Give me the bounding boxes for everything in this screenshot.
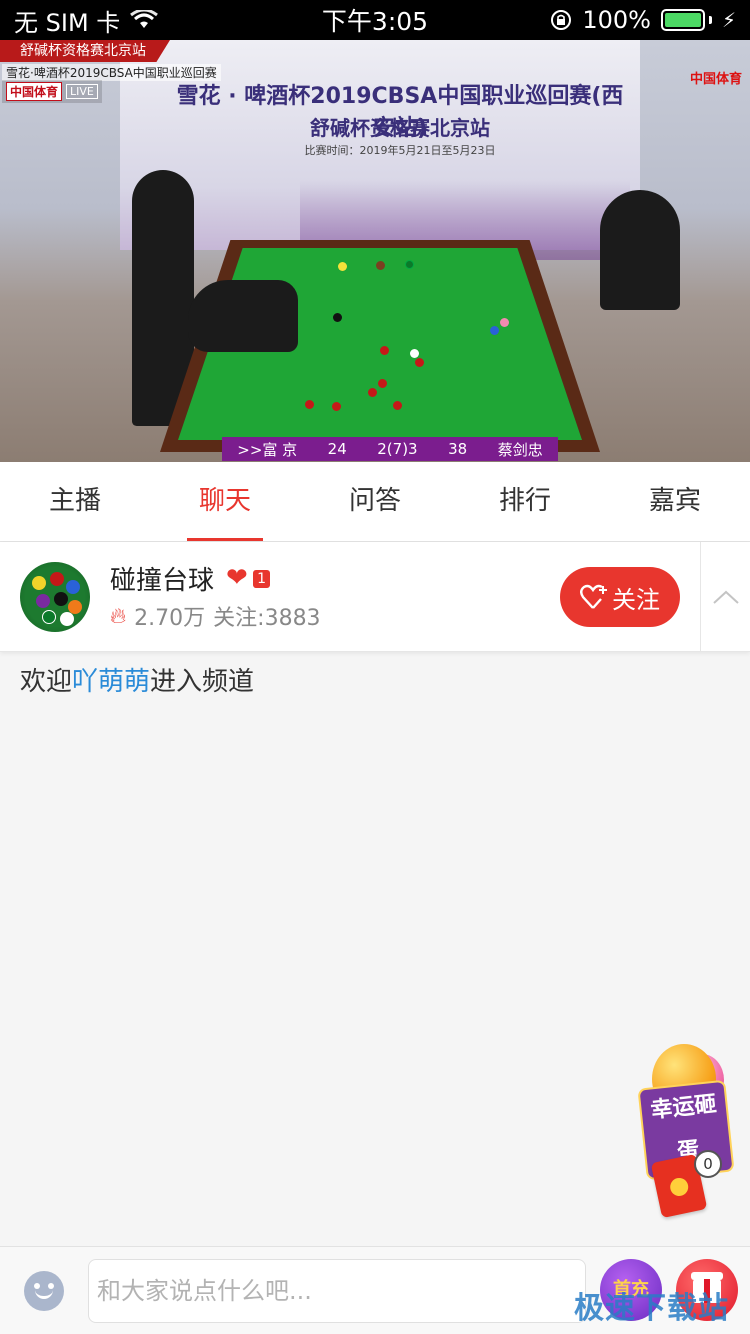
red-ball (378, 379, 387, 388)
backdrop-date: 比赛时间：2019年5月21日至5月23日 (304, 144, 496, 157)
red-ball (305, 400, 314, 409)
level-badge: ❤ 1 (226, 564, 270, 592)
popularity-count: 2.70万 (134, 606, 206, 631)
tab-bar: 主播 聊天 问答 排行 嘉宾 (0, 462, 750, 542)
station-banner: 舒碱杯资格赛北京站 (0, 40, 170, 62)
scoreboard-score1: 24 (327, 440, 347, 458)
welcome-suffix: 进入频道 (150, 667, 255, 697)
anchor-info-card: 碰撞台球 ❤ 1 🔥︎ 2.70万 关注:3883 关注 (0, 542, 750, 652)
scoreboard: >>富 京 24 2(7)3 38 蔡剑忠 (222, 437, 558, 461)
black-ball (333, 313, 342, 322)
avatar[interactable] (20, 562, 90, 632)
red-ball (332, 402, 341, 411)
follow-label: 关注 (612, 585, 660, 614)
chat-username[interactable]: 吖萌萌 (72, 667, 150, 697)
emoji-button[interactable] (24, 1271, 64, 1311)
live-tag: LIVE (66, 84, 98, 99)
yellow-ball (338, 262, 347, 271)
status-left: 无 SIM 卡 (14, 3, 159, 38)
broadcaster-logo: 中国体育 LIVE (2, 80, 102, 103)
scoreboard-player1: >>富 京 (237, 440, 298, 459)
heart-plus-icon (580, 584, 607, 609)
red-ball (415, 358, 424, 367)
chat-welcome-message: 欢迎吖萌萌进入频道 (20, 661, 254, 698)
welcome-prefix: 欢迎 (20, 667, 73, 697)
battery-icon (660, 9, 712, 31)
green-ball (405, 260, 414, 269)
wifi-icon (130, 10, 159, 28)
scoreboard-frames: 2(7)3 (377, 440, 418, 458)
fire-icon: 🔥︎ (110, 603, 127, 629)
tab-ranking[interactable]: 排行 (450, 462, 600, 541)
rotation-lock-icon (551, 10, 572, 30)
blue-ball (490, 326, 499, 335)
follower-count: 关注:3883 (213, 606, 321, 631)
status-right: 100% ⚡ (550, 6, 736, 34)
follow-button[interactable]: 关注 (560, 567, 680, 627)
battery-percent: 100% (582, 6, 651, 34)
watermark: 极速下载站 (574, 1291, 729, 1326)
chat-input[interactable] (88, 1259, 586, 1323)
tab-guests[interactable]: 嘉宾 (600, 462, 750, 541)
broadcaster-corner-logo: 中国体育 (689, 72, 742, 87)
scoreboard-score2: 38 (448, 440, 468, 458)
event-caption: 雪花·啤酒杯2019CBSA中国职业巡回赛 (2, 64, 221, 81)
broadcaster-name: 中国体育 (6, 82, 63, 101)
collapse-button[interactable] (700, 542, 750, 652)
cue-ball (410, 349, 419, 358)
tab-chat[interactable]: 聊天 (150, 462, 300, 541)
chevron-up-icon (712, 590, 739, 604)
red-packet-count: 0 (694, 1150, 722, 1178)
smiley-icon (35, 1289, 53, 1299)
brown-ball (376, 261, 385, 270)
carrier-label: 无 SIM 卡 (14, 8, 121, 37)
red-ball (393, 401, 402, 410)
player-figure (188, 280, 298, 352)
red-packet-button[interactable]: 0 (650, 1150, 724, 1219)
anchor-stats: 🔥︎ 2.70万 关注:3883 (110, 600, 321, 632)
scoreboard-player2: 蔡剑忠 (497, 440, 543, 459)
tab-qa[interactable]: 问答 (300, 462, 450, 541)
level-number: 1 (253, 570, 270, 588)
status-bar: 无 SIM 卡 下午3:05 100% ⚡ (0, 0, 750, 40)
backdrop-subtitle: 舒碱杯资格赛北京站 (310, 116, 490, 140)
seated-player-figure (600, 190, 680, 310)
lucky-egg-button[interactable]: 幸运砸蛋 (637, 1040, 735, 1181)
heart-icon: ❤ (226, 563, 248, 593)
anchor-name: 碰撞台球 (110, 566, 215, 596)
live-video-player[interactable]: 雪花 · 啤酒杯2019CBSA中国职业巡回赛(西安站) 舒碱杯资格赛北京站 比… (0, 40, 750, 462)
pink-ball (500, 318, 509, 327)
red-ball (368, 388, 377, 397)
chat-list[interactable]: 欢迎吖萌萌进入频道 (0, 653, 750, 1245)
red-ball (380, 346, 389, 355)
charging-icon: ⚡ (721, 8, 736, 32)
tab-anchor[interactable]: 主播 (0, 462, 150, 541)
